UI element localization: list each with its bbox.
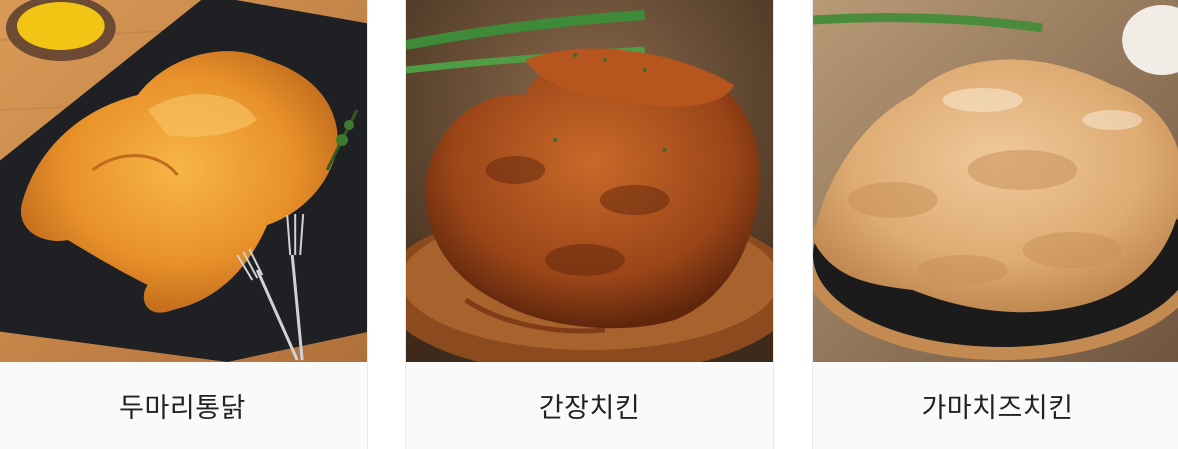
- whole-fried-chicken-photo: [0, 0, 367, 362]
- soy-sauce-chicken-photo: [406, 0, 773, 362]
- menu-card[interactable]: 간장치킨: [405, 0, 774, 449]
- menu-item-name: 간장치킨: [538, 393, 641, 424]
- cheese-powder-chicken-photo: [813, 0, 1178, 362]
- menu-item-name: 두마리통닭: [119, 393, 246, 424]
- menu-item-name: 가마치즈치킨: [921, 393, 1074, 424]
- menu-card[interactable]: 두마리통닭: [0, 0, 368, 449]
- menu-card[interactable]: 가마치즈치킨: [812, 0, 1178, 449]
- menu-card-row: 두마리통닭 간장치킨 가마치즈치킨: [0, 0, 1178, 449]
